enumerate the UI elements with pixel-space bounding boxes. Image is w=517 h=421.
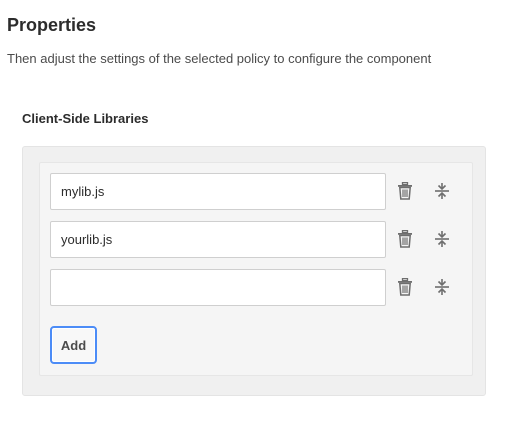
multifield-container: Add — [39, 162, 473, 376]
library-input[interactable] — [50, 221, 386, 258]
library-row — [50, 269, 460, 306]
library-input[interactable] — [50, 173, 386, 210]
delete-row-button[interactable] — [394, 276, 416, 298]
delete-row-button[interactable] — [394, 180, 416, 202]
trash-icon — [398, 230, 412, 248]
page-title: Properties — [7, 15, 97, 35]
add-library-button[interactable]: Add — [50, 326, 97, 364]
library-row — [50, 221, 460, 258]
client-side-libraries-label: Client-Side Libraries — [22, 111, 149, 126]
delete-row-button[interactable] — [394, 228, 416, 250]
trash-icon — [398, 182, 412, 200]
move-vertical-icon — [435, 279, 449, 295]
trash-icon — [398, 278, 412, 296]
move-vertical-icon — [435, 183, 449, 199]
library-input[interactable] — [50, 269, 386, 306]
reorder-row-handle[interactable] — [431, 276, 453, 298]
move-vertical-icon — [435, 231, 449, 247]
page-subtitle: Then adjust the settings of the selected… — [7, 51, 432, 66]
client-side-libraries-panel: Add — [22, 146, 486, 396]
reorder-row-handle[interactable] — [431, 180, 453, 202]
reorder-row-handle[interactable] — [431, 228, 453, 250]
library-row — [50, 173, 460, 210]
